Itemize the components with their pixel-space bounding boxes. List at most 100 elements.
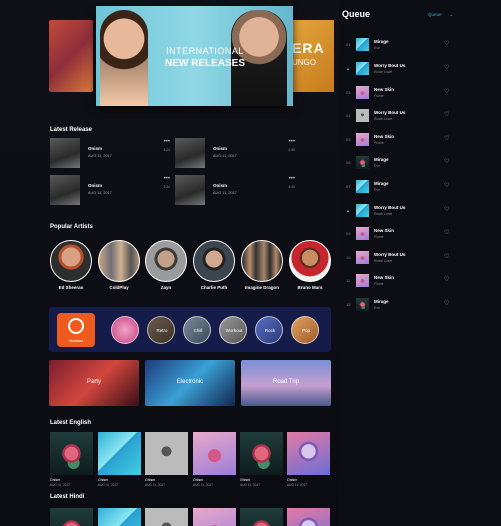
artist-card[interactable]: ColdPlay	[98, 240, 140, 290]
queue-item-number: 03	[346, 90, 351, 95]
album-date: AUG 11, 2017	[240, 483, 260, 487]
artist-card[interactable]: Ed Sheeran	[50, 240, 92, 290]
queue-item[interactable]: 10 Worry Bout Us Rosie Lowe ♡	[339, 249, 459, 267]
popular-artists-heading: Popular Artists	[50, 224, 93, 230]
queue-item[interactable]: 03 New Skin Flume ♡	[339, 84, 459, 102]
heart-icon[interactable]: ♡	[444, 111, 449, 118]
album-cover	[240, 432, 283, 475]
album-cover	[193, 508, 236, 526]
queue-item-title: Worry Bout Us	[374, 63, 406, 68]
artist-card[interactable]: Charlie Puth	[193, 240, 235, 290]
queue-panel: Queue Queue ⌄ 01 Mirage Eve ♡ ▲ Worry Bou…	[339, 0, 501, 526]
heart-icon[interactable]: ♡	[444, 276, 449, 283]
album-tile[interactable]	[98, 508, 141, 526]
mood-card-party[interactable]: Party	[49, 360, 139, 406]
banner-current-slide[interactable]: INTERNATIONAL NEW RELEASES	[96, 6, 293, 106]
more-options-icon[interactable]: •••	[164, 139, 170, 145]
album-tile[interactable]	[240, 508, 283, 526]
latest-english-heading: Latest English	[50, 420, 92, 426]
mood-card-road-trip[interactable]: Road Trip	[241, 360, 331, 406]
release-cover	[50, 138, 80, 168]
banner-artist-image-left	[100, 10, 148, 106]
queue-item[interactable]: 04 Worry Bout Us Rosie Lowe ♡	[339, 107, 459, 125]
stations-logo[interactable]: Stations	[57, 313, 95, 347]
release-item[interactable]: Onism AUG 11, 2017 ••• 4:46	[175, 138, 295, 168]
more-options-icon[interactable]: •••	[289, 176, 295, 182]
artist-card[interactable]: Bruno Mars	[289, 240, 331, 290]
banner-prev-slide[interactable]	[49, 20, 93, 92]
queue-item-cover	[356, 274, 369, 287]
artist-avatar	[193, 240, 235, 282]
genre-chip[interactable]	[111, 316, 139, 344]
album-tile[interactable]: Onism AUG 11, 2017	[287, 432, 330, 487]
queue-item-cover	[356, 298, 369, 311]
album-title: Onism	[193, 478, 204, 482]
more-options-icon[interactable]: •••	[164, 176, 170, 182]
queue-item-title: New Skin	[374, 87, 395, 92]
album-title: Onism	[145, 478, 156, 482]
stations-strip: Stations Retro Chill Workout Rock Pop	[49, 307, 331, 352]
mood-label: Road Trip	[272, 379, 299, 385]
heart-icon[interactable]: ♡	[444, 88, 449, 95]
latest-release-heading: Latest Release	[50, 127, 93, 133]
heart-icon[interactable]: ♡	[444, 300, 449, 307]
more-options-icon[interactable]: •••	[289, 139, 295, 145]
artist-name: Bruno Mars	[297, 285, 323, 290]
queue-item-cover	[356, 38, 369, 51]
heart-icon[interactable]: ♡	[444, 40, 449, 47]
genre-chip[interactable]: Retro	[147, 316, 175, 344]
heart-icon[interactable]: ♡	[444, 206, 449, 213]
banner-subtitle: NEW RELEASES	[164, 58, 245, 69]
album-cover	[98, 508, 141, 526]
genre-chip[interactable]: Chill	[183, 316, 211, 344]
queue-item-number: 10	[346, 255, 351, 260]
album-tile[interactable]: Onism AUG 11, 2017	[98, 432, 141, 487]
queue-item[interactable]: 09 New Skin Flume ♡	[339, 225, 459, 243]
genre-chip[interactable]: Workout	[219, 316, 247, 344]
queue-item[interactable]: 12 Mirage Eve ♡	[339, 296, 459, 314]
queue-item-artist: Eve	[374, 46, 381, 50]
artist-avatar	[241, 240, 283, 282]
album-tile[interactable]	[50, 508, 93, 526]
banner-carousel[interactable]: ERA UNGO INTERNATIONAL NEW RELEASES	[49, 6, 334, 106]
queue-item[interactable]: ▲ Worry Bout Us Rosie Lowe ♡	[339, 60, 459, 78]
release-title: Onism	[88, 183, 103, 188]
album-tile[interactable]	[287, 508, 330, 526]
heart-icon[interactable]: ♡	[444, 229, 449, 236]
album-cover	[287, 508, 330, 526]
heart-icon[interactable]: ♡	[444, 158, 449, 165]
queue-item-title: New Skin	[374, 275, 395, 280]
artist-card[interactable]: Zayn	[145, 240, 187, 290]
album-tile[interactable]: Onism AUG 11, 2017	[145, 432, 188, 487]
release-item[interactable]: Onism AUG 11, 2017 ••• 3:24	[50, 138, 170, 168]
banner-next-title: ERA	[292, 40, 325, 56]
genre-chip[interactable]: Rock	[255, 316, 283, 344]
heart-icon[interactable]: ♡	[444, 253, 449, 260]
album-tile[interactable]: Onism AUG 11, 2017	[240, 432, 283, 487]
artist-avatar	[50, 240, 92, 282]
queue-item-artist: Flume	[374, 94, 384, 98]
queue-item[interactable]: 07 Mirage Eve ♡	[339, 178, 459, 196]
banner-next-slide[interactable]: ERA UNGO	[290, 20, 334, 92]
queue-item[interactable]: 01 Mirage Eve ♡	[339, 36, 459, 54]
queue-dropdown[interactable]: Queue ⌄	[428, 12, 453, 18]
queue-item[interactable]: 06 Mirage Eve ♡	[339, 154, 459, 172]
release-item[interactable]: Onism AUG 11, 2017 ••• 4:46	[175, 175, 295, 205]
album-tile[interactable]	[145, 508, 188, 526]
heart-icon[interactable]: ♡	[444, 135, 449, 142]
queue-item-cover	[356, 156, 369, 169]
album-tile[interactable]	[193, 508, 236, 526]
release-date: AUG 11, 2017	[213, 191, 237, 195]
queue-item[interactable]: ▲ Worry Bout Us Rosie Lowe ♡	[339, 202, 459, 220]
heart-icon[interactable]: ♡	[444, 64, 449, 71]
queue-item[interactable]: 11 New Skin Flume ♡	[339, 272, 459, 290]
mood-card-electronic[interactable]: Electronic	[145, 360, 235, 406]
heart-icon[interactable]: ♡	[444, 182, 449, 189]
artist-card[interactable]: Imagine Dragon	[241, 240, 283, 290]
queue-item[interactable]: 05 New Skin Flume ♡	[339, 131, 459, 149]
queue-item-cover	[356, 227, 369, 240]
genre-chip[interactable]: Pop	[291, 316, 319, 344]
album-tile[interactable]: Onism AUG 11, 2017	[50, 432, 93, 487]
release-item[interactable]: Onism AUG 11, 2017 ••• 3:24	[50, 175, 170, 205]
album-tile[interactable]: Onism AUG 11, 2017	[193, 432, 236, 487]
